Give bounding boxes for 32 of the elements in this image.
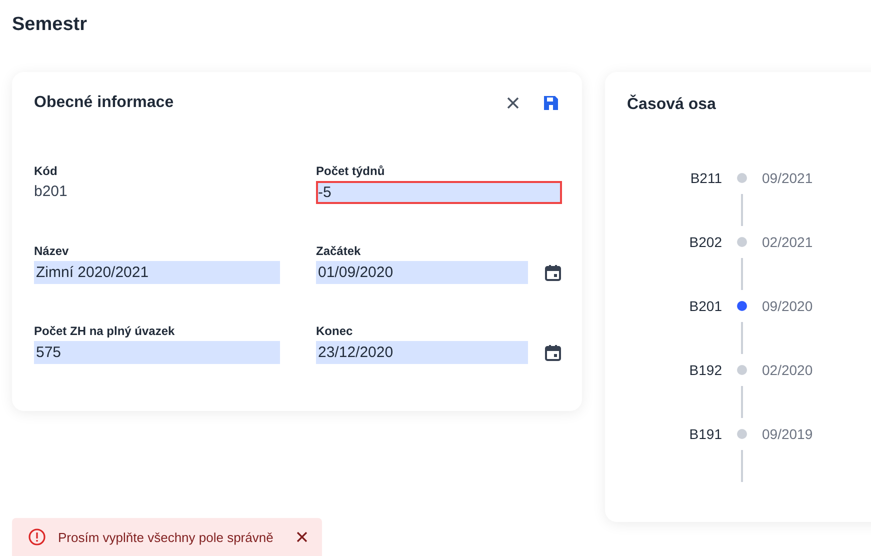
error-message: Prosím vyplňte všechny pole správně xyxy=(58,530,274,544)
semester-code[interactable]: B192 xyxy=(627,362,722,378)
semester-code[interactable]: B202 xyxy=(627,234,722,250)
field-label: Počet týdnů xyxy=(316,164,386,178)
semester-date: 09/2019 xyxy=(762,426,813,442)
semester-date: 09/2021 xyxy=(762,170,813,186)
calendar-icon[interactable] xyxy=(544,264,562,282)
page-title: Semestr xyxy=(12,13,88,37)
field-label: Kód xyxy=(34,164,58,178)
semester-date: 09/2020 xyxy=(762,298,813,314)
field-label: Začátek xyxy=(316,244,362,258)
input-field[interactable]: Zimní 2020/2021 xyxy=(34,261,280,284)
input-field[interactable]: -5 xyxy=(316,181,562,204)
semester-code[interactable]: B211 xyxy=(627,170,722,186)
field-value: b201 xyxy=(34,182,68,200)
warning-icon xyxy=(28,528,46,546)
semester-code[interactable]: B191 xyxy=(627,426,722,442)
close-icon[interactable] xyxy=(296,531,308,543)
semester-date: 02/2021 xyxy=(762,234,813,250)
field-label: Název xyxy=(34,244,70,258)
calendar-icon[interactable] xyxy=(544,344,562,362)
card-title: Časová osa xyxy=(627,96,716,113)
semester-code[interactable]: B201 xyxy=(627,298,722,314)
semester-date: 02/2020 xyxy=(762,362,813,378)
field-label: Konec xyxy=(316,324,354,338)
save-icon[interactable] xyxy=(542,94,560,112)
field-label: Počet ZH na plný úvazek xyxy=(34,324,176,338)
date-field[interactable]: 23/12/2020 xyxy=(316,341,528,364)
card-title: Obecné informace xyxy=(34,94,174,112)
close-icon[interactable] xyxy=(506,96,520,110)
date-field[interactable]: 01/09/2020 xyxy=(316,261,528,284)
input-field[interactable]: 575 xyxy=(34,341,280,364)
